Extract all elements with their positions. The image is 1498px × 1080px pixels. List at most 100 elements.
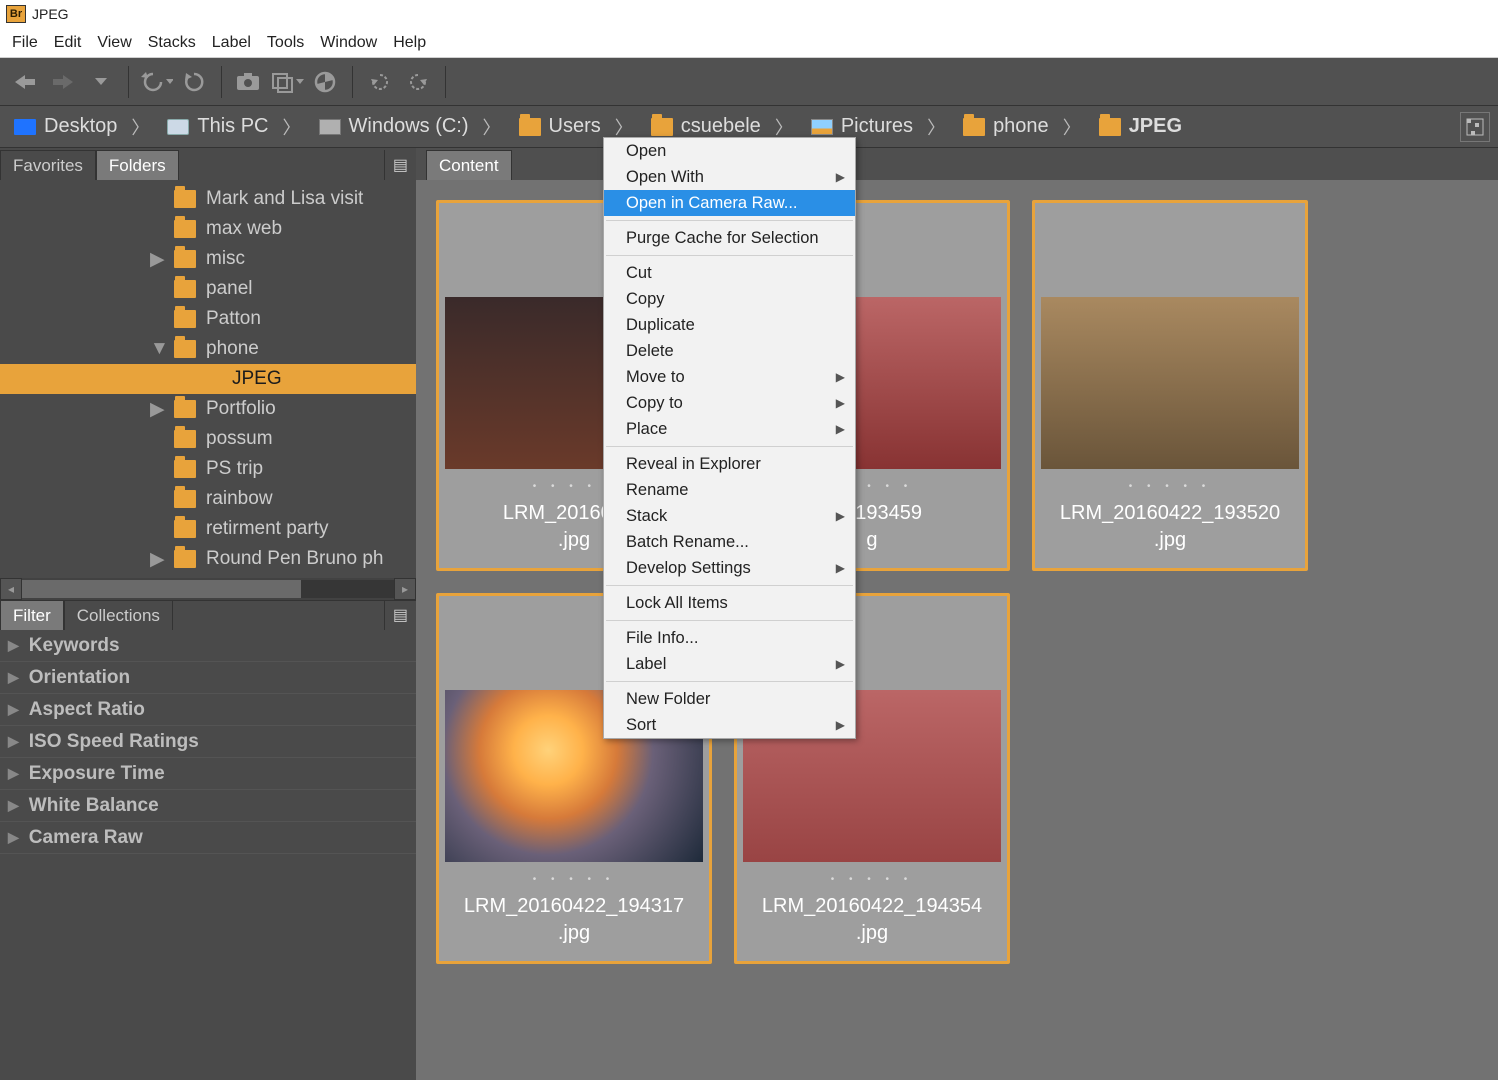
context-menu-item[interactable]: Open in Camera Raw... <box>604 190 855 216</box>
tab-content[interactable]: Content <box>426 150 512 180</box>
folder-row[interactable]: retirment party <box>0 514 416 544</box>
chevron-right-icon[interactable]: 〉 <box>1063 114 1081 140</box>
folder-row[interactable]: ▼phone <box>0 334 416 364</box>
breadcrumb-drive[interactable]: Windows (C:)〉 <box>313 106 513 147</box>
tab-collections[interactable]: Collections <box>64 600 173 630</box>
folder-row[interactable]: Mark and Lisa visit <box>0 184 416 214</box>
disclosure-triangle-icon: ▶ <box>8 701 19 718</box>
context-menu-item[interactable]: Purge Cache for Selection <box>604 225 855 251</box>
rating-dots[interactable]: • • • • • <box>1129 481 1212 492</box>
horizontal-scrollbar[interactable]: ◂ ▸ <box>0 578 416 600</box>
filter-row[interactable]: ▶Exposure Time <box>0 758 416 790</box>
tab-filter[interactable]: Filter <box>0 600 64 630</box>
context-menu-item[interactable]: Cut <box>604 260 855 286</box>
folder-row[interactable]: possum <box>0 424 416 454</box>
scroll-left-button[interactable]: ◂ <box>0 578 22 600</box>
folder-row[interactable]: rainbow <box>0 484 416 514</box>
camera-download-icon[interactable] <box>232 65 266 99</box>
folder-row[interactable]: JPEG <box>0 364 416 394</box>
menu-window[interactable]: Window <box>312 32 385 54</box>
disclosure-triangle-icon[interactable]: ▼ <box>150 338 164 360</box>
rating-dots[interactable]: • • • • • <box>533 874 616 885</box>
context-menu-item[interactable]: New Folder <box>604 686 855 712</box>
breadcrumb-current[interactable]: JPEG <box>1093 106 1188 147</box>
context-menu-item[interactable]: Lock All Items <box>604 590 855 616</box>
folder-label: Mark and Lisa visit <box>206 188 363 210</box>
disclosure-triangle-icon[interactable]: ▶ <box>150 548 164 571</box>
context-menu-item[interactable]: Reveal in Explorer <box>604 451 855 477</box>
filter-row[interactable]: ▶Keywords <box>0 630 416 662</box>
folder-row[interactable]: max web <box>0 214 416 244</box>
scroll-thumb[interactable] <box>22 580 301 598</box>
filter-row[interactable]: ▶Aspect Ratio <box>0 694 416 726</box>
folder-row[interactable]: ▶Portfolio <box>0 394 416 424</box>
recent-dropdown[interactable] <box>84 65 118 99</box>
camera-raw-icon[interactable] <box>308 65 342 99</box>
filter-panel: ▶Keywords▶Orientation▶Aspect Ratio▶ISO S… <box>0 630 416 854</box>
chevron-right-icon[interactable]: 〉 <box>927 114 945 140</box>
breadcrumb-desktop[interactable]: Desktop〉 <box>8 106 161 147</box>
context-menu-item[interactable]: File Info... <box>604 625 855 651</box>
rating-dots[interactable]: • • • • • <box>831 874 914 885</box>
chevron-right-icon[interactable]: 〉 <box>775 114 793 140</box>
filter-row[interactable]: ▶Orientation <box>0 662 416 694</box>
chevron-right-icon[interactable]: 〉 <box>615 114 633 140</box>
folder-icon <box>174 430 196 448</box>
folder-row[interactable]: ▶misc <box>0 244 416 274</box>
filter-row[interactable]: ▶White Balance <box>0 790 416 822</box>
tab-folders[interactable]: Folders <box>96 150 179 180</box>
disclosure-triangle-icon[interactable]: ▶ <box>150 398 164 421</box>
drive-icon <box>319 119 341 135</box>
menu-edit[interactable]: Edit <box>46 32 90 54</box>
menu-help[interactable]: Help <box>385 32 434 54</box>
context-menu-item[interactable]: Move to▶ <box>604 364 855 390</box>
thumbnail[interactable]: • • • • •LRM_20160422_193520 .jpg <box>1032 200 1308 571</box>
menu-stacks[interactable]: Stacks <box>140 32 204 54</box>
breadcrumb-phone[interactable]: phone〉 <box>957 106 1093 147</box>
menu-view[interactable]: View <box>89 32 139 54</box>
tab-favorites[interactable]: Favorites <box>0 150 96 180</box>
scroll-right-button[interactable]: ▸ <box>394 578 416 600</box>
breadcrumb-this-pc[interactable]: This PC〉 <box>161 106 312 147</box>
rotate-right-icon[interactable] <box>401 65 435 99</box>
folder-row[interactable]: panel <box>0 274 416 304</box>
menu-tools[interactable]: Tools <box>259 32 312 54</box>
refine-icon[interactable] <box>270 65 304 99</box>
context-menu-item[interactable]: Open With▶ <box>604 164 855 190</box>
context-menu-item[interactable]: Copy to▶ <box>604 390 855 416</box>
toolbar-separator <box>445 66 446 98</box>
folder-row[interactable]: PS trip <box>0 454 416 484</box>
filter-row[interactable]: ▶ISO Speed Ratings <box>0 726 416 758</box>
forward-button[interactable] <box>46 65 80 99</box>
context-menu-item[interactable]: Develop Settings▶ <box>604 555 855 581</box>
scroll-track[interactable] <box>22 580 394 598</box>
folder-row[interactable]: ▶Round Pen Bruno ph <box>0 544 416 574</box>
disclosure-triangle-icon[interactable]: ▶ <box>150 248 164 271</box>
context-menu-item[interactable]: Copy <box>604 286 855 312</box>
filter-row[interactable]: ▶Camera Raw <box>0 822 416 854</box>
context-menu-item[interactable]: Place▶ <box>604 416 855 442</box>
chevron-right-icon[interactable]: 〉 <box>131 114 149 140</box>
folder-row[interactable]: Patton <box>0 304 416 334</box>
panel-menu-icon[interactable]: ▤ <box>384 600 416 630</box>
thumbnail-quality-icon[interactable] <box>1460 112 1490 142</box>
boomerang-icon[interactable] <box>139 65 173 99</box>
context-menu-item[interactable]: Duplicate <box>604 312 855 338</box>
rotate-left-icon[interactable] <box>363 65 397 99</box>
chevron-right-icon[interactable]: 〉 <box>283 114 301 140</box>
panel-menu-icon[interactable]: ▤ <box>384 150 416 180</box>
back-button[interactable] <box>8 65 42 99</box>
context-menu-item[interactable]: Open <box>604 138 855 164</box>
context-menu-item[interactable]: Stack▶ <box>604 503 855 529</box>
pc-icon <box>167 119 189 135</box>
context-menu-item[interactable]: Rename <box>604 477 855 503</box>
submenu-arrow-icon: ▶ <box>836 396 845 410</box>
context-menu-item[interactable]: Label▶ <box>604 651 855 677</box>
context-menu-item[interactable]: Batch Rename... <box>604 529 855 555</box>
context-menu-item[interactable]: Sort▶ <box>604 712 855 738</box>
menu-file[interactable]: File <box>4 32 46 54</box>
chevron-right-icon[interactable]: 〉 <box>483 114 501 140</box>
context-menu-item[interactable]: Delete <box>604 338 855 364</box>
menu-label[interactable]: Label <box>204 32 259 54</box>
rotate-ccw-icon[interactable] <box>177 65 211 99</box>
